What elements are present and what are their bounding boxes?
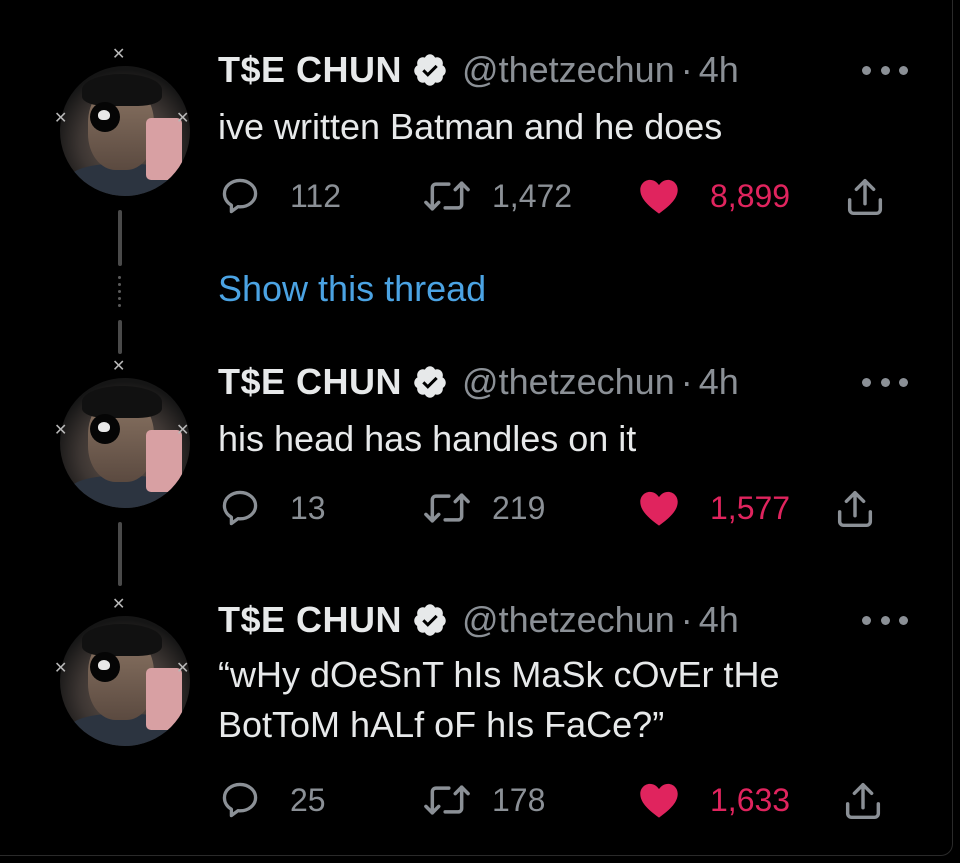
separator-dot: · [680,49,693,90]
tweet-header: T$E CHUN @thetzechun · 4h [218,49,739,91]
like-button[interactable]: 8,899 [636,174,790,218]
retweet-button[interactable]: 1,472 [420,174,572,218]
tweet[interactable]: ✕ ✕ ✕ T$E CHUN @thetzechun · 4h “wHy dOe… [0,550,960,863]
skull-crossbones-icon: ✕ [112,594,126,613]
like-count: 1,633 [710,781,791,818]
like-button[interactable]: 1,633 [636,778,790,822]
tweet-header: T$E CHUN @thetzechun · 4h [218,361,739,403]
tweet-text-line: ive written Batman and he does [218,106,723,147]
author-handle[interactable]: @thetzechun [462,599,675,641]
retweet-button[interactable]: 178 [420,778,545,822]
avatar[interactable] [60,616,190,746]
author-name[interactable]: T$E CHUN [218,49,402,91]
tweet[interactable]: ✕ ✕ ✕ T$E CHUN @thetzechun · 4h ive writ… [0,0,960,260]
author-handle[interactable]: @thetzechun [462,361,675,403]
share-button[interactable] [832,486,878,532]
timestamp[interactable]: 4h [699,49,739,91]
share-icon [837,490,873,528]
thread-collapsed-dots[interactable] [118,276,122,316]
heart-filled-icon [640,783,678,818]
retweet-button[interactable]: 219 [420,486,545,530]
verified-badge-icon [414,366,446,398]
separator-dot: · [680,361,693,402]
tweet-text: “wHy dOeSnT hIs MaSk cOvEr tHe BotToM hA… [218,650,918,750]
reply-icon [222,490,258,526]
author-name[interactable]: T$E CHUN [218,361,402,403]
timestamp[interactable]: 4h [699,361,739,403]
skull-crossbones-icon: ✕ [112,356,126,375]
tweet-text-line: “wHy dOeSnT hIs MaSk cOvEr tHe [218,654,780,695]
author-name[interactable]: T$E CHUN [218,599,402,641]
skull-crossbones-icon: ✕ [54,420,68,439]
show-thread-link[interactable]: Show this thread [218,268,486,310]
avatar[interactable] [60,378,190,508]
tweet-text-line: BotToM hALf oF hIs FaCe?” [218,704,665,745]
reply-button[interactable]: 13 [218,486,326,530]
heart-filled-icon [640,491,678,526]
separator-dot: · [680,599,693,640]
skull-crossbones-icon: ✕ [176,108,190,127]
avatar[interactable] [60,66,190,196]
more-options-icon[interactable] [862,614,908,626]
retweet-icon [424,181,470,211]
timestamp[interactable]: 4h [699,599,739,641]
reply-button[interactable]: 25 [218,778,326,822]
more-options-icon[interactable] [862,376,908,388]
reply-count: 25 [290,781,326,818]
share-button[interactable] [840,778,886,824]
share-icon [847,178,883,216]
retweet-icon [424,785,470,815]
like-button[interactable]: 1,577 [636,486,790,530]
verified-badge-icon [414,604,446,636]
skull-crossbones-icon: ✕ [54,658,68,677]
like-count: 8,899 [710,177,791,214]
skull-crossbones-icon: ✕ [54,108,68,127]
tweet-text: ive written Batman and he does [218,102,918,152]
more-options-icon[interactable] [862,64,908,76]
reply-count: 112 [290,177,342,214]
tweet[interactable]: ✕ ✕ ✕ T$E CHUN @thetzechun · 4h his head… [0,312,960,572]
reply-icon [222,178,258,214]
retweet-count: 219 [492,489,546,526]
share-button[interactable] [842,174,888,220]
reply-button[interactable]: 112 [218,174,341,218]
tweet-text: his head has handles on it [218,414,918,464]
skull-crossbones-icon: ✕ [176,420,190,439]
share-icon [845,782,881,820]
reply-count: 13 [290,489,326,526]
heart-filled-icon [640,179,678,214]
retweet-icon [424,493,470,523]
reply-icon [222,782,258,818]
retweet-count: 178 [492,781,546,818]
retweet-count: 1,472 [492,177,573,214]
skull-crossbones-icon: ✕ [112,44,126,63]
tweet-header: T$E CHUN @thetzechun · 4h [218,599,739,641]
like-count: 1,577 [710,489,791,526]
author-handle[interactable]: @thetzechun [462,49,675,91]
tweet-text-line: his head has handles on it [218,418,637,459]
skull-crossbones-icon: ✕ [176,658,190,677]
verified-badge-icon [414,54,446,86]
